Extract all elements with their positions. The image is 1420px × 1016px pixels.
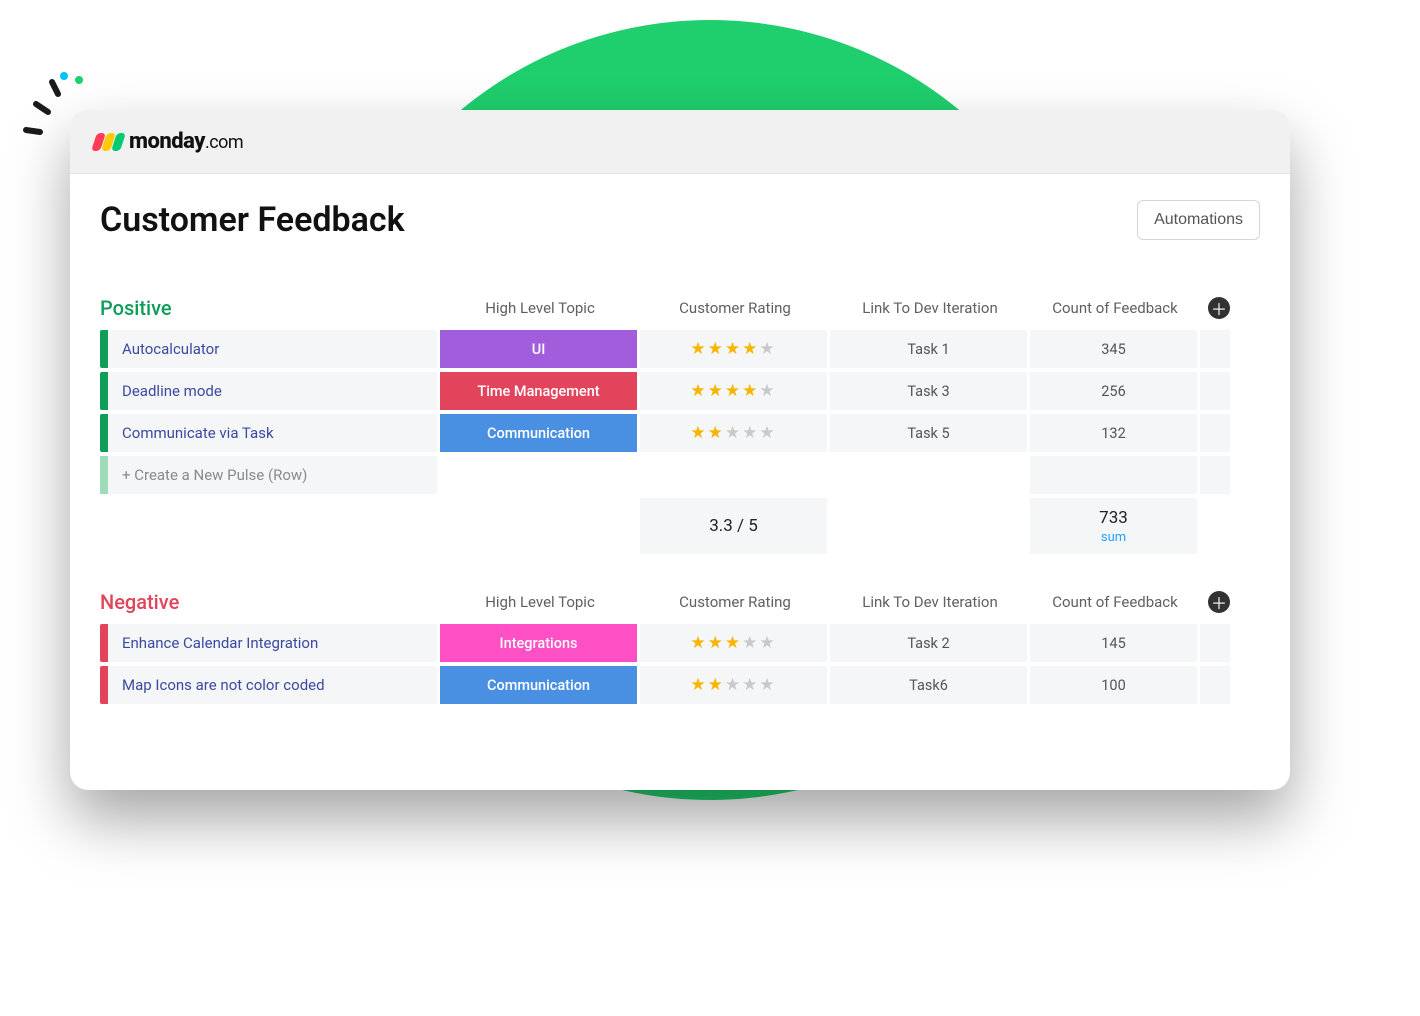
table-row: Communicate via Task Communication ★★★★★… bbox=[100, 414, 1260, 452]
group-positive: Positive High Level Topic Customer Ratin… bbox=[100, 290, 1260, 554]
column-header-link: Link To Dev Iteration bbox=[830, 593, 1030, 611]
logo-mark-icon bbox=[94, 133, 123, 151]
spacer bbox=[830, 456, 1027, 494]
monday-logo: monday.com bbox=[94, 129, 243, 154]
item-name[interactable]: Enhance Calendar Integration bbox=[108, 624, 437, 662]
row-end bbox=[1200, 414, 1230, 452]
link-cell[interactable]: Task 2 bbox=[830, 624, 1027, 662]
group-title-positive[interactable]: Positive bbox=[100, 296, 440, 320]
rating-cell[interactable]: ★★★★★ bbox=[640, 414, 827, 452]
item-name[interactable]: Autocalculator bbox=[108, 330, 437, 368]
group-title-negative[interactable]: Negative bbox=[100, 590, 440, 614]
spacer bbox=[640, 456, 827, 494]
rating-cell[interactable]: ★★★★★ bbox=[640, 624, 827, 662]
item-name[interactable]: Deadline mode bbox=[108, 372, 437, 410]
link-cell[interactable]: Task 3 bbox=[830, 372, 1027, 410]
topic-tag[interactable]: Integrations bbox=[440, 624, 637, 662]
decorative-spark bbox=[14, 70, 94, 150]
spacer bbox=[1200, 456, 1230, 494]
link-cell[interactable]: Task6 bbox=[830, 666, 1027, 704]
group-negative: Negative High Level Topic Customer Ratin… bbox=[100, 584, 1260, 704]
group-summary-row: 3.3 / 5 733 sum bbox=[100, 498, 1260, 554]
rating-summary: 3.3 / 5 bbox=[640, 498, 827, 554]
count-cell[interactable]: 345 bbox=[1030, 330, 1197, 368]
table-row: Enhance Calendar Integration Integration… bbox=[100, 624, 1260, 662]
item-name[interactable]: Communicate via Task bbox=[108, 414, 437, 452]
row-end bbox=[1200, 330, 1230, 368]
table-row: Map Icons are not color coded Communicat… bbox=[100, 666, 1260, 704]
column-header-topic: High Level Topic bbox=[440, 299, 640, 317]
topbar: monday.com bbox=[70, 110, 1290, 174]
topic-tag[interactable]: Communication bbox=[440, 414, 637, 452]
column-header-rating: Customer Rating bbox=[640, 593, 830, 611]
page-title: Customer Feedback bbox=[100, 200, 405, 240]
row-stripe bbox=[100, 624, 108, 662]
logo-text: monday bbox=[129, 129, 205, 154]
column-header-rating: Customer Rating bbox=[640, 299, 830, 317]
link-cell[interactable]: Task 5 bbox=[830, 414, 1027, 452]
rating-cell[interactable]: ★★★★★ bbox=[640, 372, 827, 410]
item-name[interactable]: Map Icons are not color coded bbox=[108, 666, 437, 704]
row-stripe bbox=[100, 330, 108, 368]
table-row: Autocalculator UI ★★★★★ Task 1 345 bbox=[100, 330, 1260, 368]
topic-tag[interactable]: Communication bbox=[440, 666, 637, 704]
rating-cell[interactable]: ★★★★★ bbox=[640, 330, 827, 368]
spacer bbox=[440, 456, 637, 494]
new-pulse-row: + Create a New Pulse (Row) bbox=[100, 456, 1260, 494]
add-column-button[interactable]: ＋ bbox=[1208, 297, 1230, 319]
row-stripe bbox=[100, 456, 108, 494]
table-row: Deadline mode Time Management ★★★★★ Task… bbox=[100, 372, 1260, 410]
count-cell[interactable]: 132 bbox=[1030, 414, 1197, 452]
row-stripe bbox=[100, 666, 108, 704]
app-window: monday.com Customer Feedback Automations… bbox=[70, 110, 1290, 790]
spacer bbox=[1030, 456, 1197, 494]
logo-suffix: .com bbox=[205, 132, 243, 153]
column-header-count: Count of Feedback bbox=[1030, 299, 1200, 317]
column-header-count: Count of Feedback bbox=[1030, 593, 1200, 611]
row-end bbox=[1200, 666, 1230, 704]
row-stripe bbox=[100, 372, 108, 410]
row-stripe bbox=[100, 414, 108, 452]
row-end bbox=[1200, 624, 1230, 662]
count-cell[interactable]: 100 bbox=[1030, 666, 1197, 704]
column-header-link: Link To Dev Iteration bbox=[830, 299, 1030, 317]
count-cell[interactable]: 145 bbox=[1030, 624, 1197, 662]
create-pulse-input[interactable]: + Create a New Pulse (Row) bbox=[108, 456, 437, 494]
row-end bbox=[1200, 372, 1230, 410]
count-summary: 733 sum bbox=[1030, 498, 1197, 554]
add-column-button[interactable]: ＋ bbox=[1208, 591, 1230, 613]
count-cell[interactable]: 256 bbox=[1030, 372, 1197, 410]
topic-tag[interactable]: UI bbox=[440, 330, 637, 368]
link-cell[interactable]: Task 1 bbox=[830, 330, 1027, 368]
rating-cell[interactable]: ★★★★★ bbox=[640, 666, 827, 704]
column-header-topic: High Level Topic bbox=[440, 593, 640, 611]
automations-button[interactable]: Automations bbox=[1137, 200, 1260, 240]
topic-tag[interactable]: Time Management bbox=[440, 372, 637, 410]
